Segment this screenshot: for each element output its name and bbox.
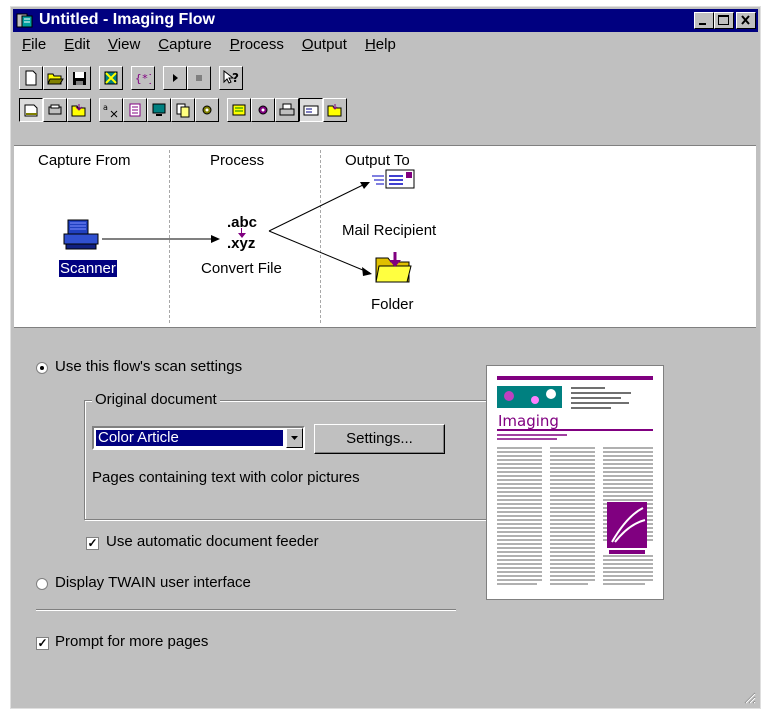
menu-help[interactable]: Help: [356, 34, 405, 56]
menu-bar: File Edit View Capture Process Output He…: [13, 34, 758, 56]
svg-text:?: ?: [232, 71, 239, 85]
process-button[interactable]: [195, 98, 219, 122]
app-icon[interactable]: [16, 12, 34, 29]
window-title: Untitled - Imaging Flow: [39, 11, 215, 28]
menu-process[interactable]: Process: [221, 34, 293, 56]
output-settings-button[interactable]: [251, 98, 275, 122]
prompt-more-pages-label[interactable]: Prompt for more pages: [55, 633, 208, 650]
prompt-more-pages-checkbox[interactable]: ✓: [36, 637, 49, 650]
output-folder-button[interactable]: [323, 98, 347, 122]
dropdown-arrow-button[interactable]: [286, 428, 303, 448]
document-capture-icon: [24, 104, 38, 117]
close-button[interactable]: [736, 12, 756, 29]
document-type-value: Color Article: [95, 429, 284, 447]
folder-icon: [71, 104, 85, 117]
settings-button[interactable]: Settings...: [314, 424, 445, 454]
wizard-icon: [104, 71, 118, 85]
gear-icon: [202, 105, 212, 115]
resize-grip[interactable]: [744, 692, 756, 704]
open-folder-icon: [46, 73, 64, 85]
context-help-button[interactable]: ?: [219, 66, 243, 90]
chevron-down-icon: [291, 436, 298, 440]
flow-toolbar: a: [19, 97, 347, 123]
mail-button[interactable]: [299, 98, 323, 122]
title-bar[interactable]: Untitled - Imaging Flow: [13, 9, 758, 32]
enhance-button[interactable]: [123, 98, 147, 122]
svg-text:{*}: {*}: [135, 72, 151, 85]
new-document-icon: [25, 70, 37, 86]
separator-line: [36, 609, 456, 611]
close-icon: [741, 15, 750, 25]
output-gear-icon: [258, 105, 268, 115]
view-button[interactable]: [147, 98, 171, 122]
flow-wizard-button[interactable]: [99, 66, 123, 90]
capture-folder-button[interactable]: [67, 98, 91, 122]
capture-device-button[interactable]: [43, 98, 67, 122]
mail-recipient-icon[interactable]: [372, 168, 418, 192]
document-type-description: Pages containing text with color picture…: [92, 469, 360, 486]
imaging-flow-window: Untitled - Imaging Flow File Edit View C…: [10, 6, 761, 709]
twain-ui-label[interactable]: Display TWAIN user interface: [55, 574, 251, 591]
printer-icon: [279, 103, 295, 116]
run-button[interactable]: [163, 66, 187, 90]
article-thumbnail: Imaging: [497, 376, 653, 585]
copy-pages-icon: [176, 103, 190, 118]
brackets-icon: {*}: [135, 72, 151, 85]
new-button[interactable]: [19, 66, 43, 90]
adf-checkbox[interactable]: ✓: [86, 537, 99, 550]
mail-icon: [303, 105, 319, 116]
help-pointer-icon: ?: [223, 70, 239, 85]
stop-icon: [196, 75, 202, 81]
svg-text:a: a: [103, 103, 108, 112]
output-application-button[interactable]: [227, 98, 251, 122]
adf-label[interactable]: Use automatic document feeder: [106, 533, 319, 550]
device-icon: [48, 104, 62, 115]
twain-ui-radio[interactable]: [36, 578, 48, 590]
print-button[interactable]: [275, 98, 299, 122]
use-flow-settings-radio[interactable]: [36, 362, 48, 374]
convert-file-icon[interactable]: .abc .xyz: [227, 214, 267, 256]
properties-button[interactable]: {*}: [131, 66, 155, 90]
maximize-button[interactable]: [714, 12, 734, 29]
scanner-label[interactable]: Scanner: [59, 260, 117, 277]
scan-settings-panel: Use this flow's scan settings Original d…: [14, 331, 756, 705]
save-button[interactable]: [67, 66, 91, 90]
flow-diagram: Capture From Process Output To Scanner .…: [14, 145, 756, 328]
menu-capture[interactable]: Capture: [149, 34, 220, 56]
menu-view[interactable]: View: [99, 34, 149, 56]
minimize-button[interactable]: [694, 12, 714, 29]
original-document-group: [84, 400, 518, 520]
menu-output[interactable]: Output: [293, 34, 356, 56]
convert-file-label[interactable]: Convert File: [201, 260, 282, 277]
enhance-icon: [129, 103, 141, 117]
document-preview: Imaging: [486, 365, 664, 600]
menu-edit[interactable]: Edit: [55, 34, 99, 56]
folder-label[interactable]: Folder: [371, 296, 414, 313]
article-title: Imaging: [498, 412, 559, 430]
open-button[interactable]: [43, 66, 67, 90]
play-icon: [173, 74, 178, 82]
ocr-text-icon: a: [103, 103, 118, 118]
mail-recipient-label[interactable]: Mail Recipient: [342, 222, 436, 239]
copy-button[interactable]: [171, 98, 195, 122]
menu-file[interactable]: File: [13, 34, 55, 56]
capture-source-button[interactable]: [19, 98, 43, 122]
output-folder-icon: [327, 104, 341, 117]
folder-output-icon[interactable]: [373, 250, 413, 284]
monitor-icon: [152, 103, 166, 116]
save-disk-icon: [72, 71, 86, 85]
application-icon: [232, 104, 246, 116]
standard-toolbar: {*} ?: [19, 65, 243, 91]
original-document-title: Original document: [92, 391, 220, 408]
document-type-dropdown[interactable]: Color Article: [92, 426, 305, 450]
use-flow-settings-label[interactable]: Use this flow's scan settings: [55, 358, 242, 375]
stop-button[interactable]: [187, 66, 211, 90]
scanner-icon[interactable]: [62, 218, 102, 252]
ocr-button[interactable]: a: [99, 98, 123, 122]
